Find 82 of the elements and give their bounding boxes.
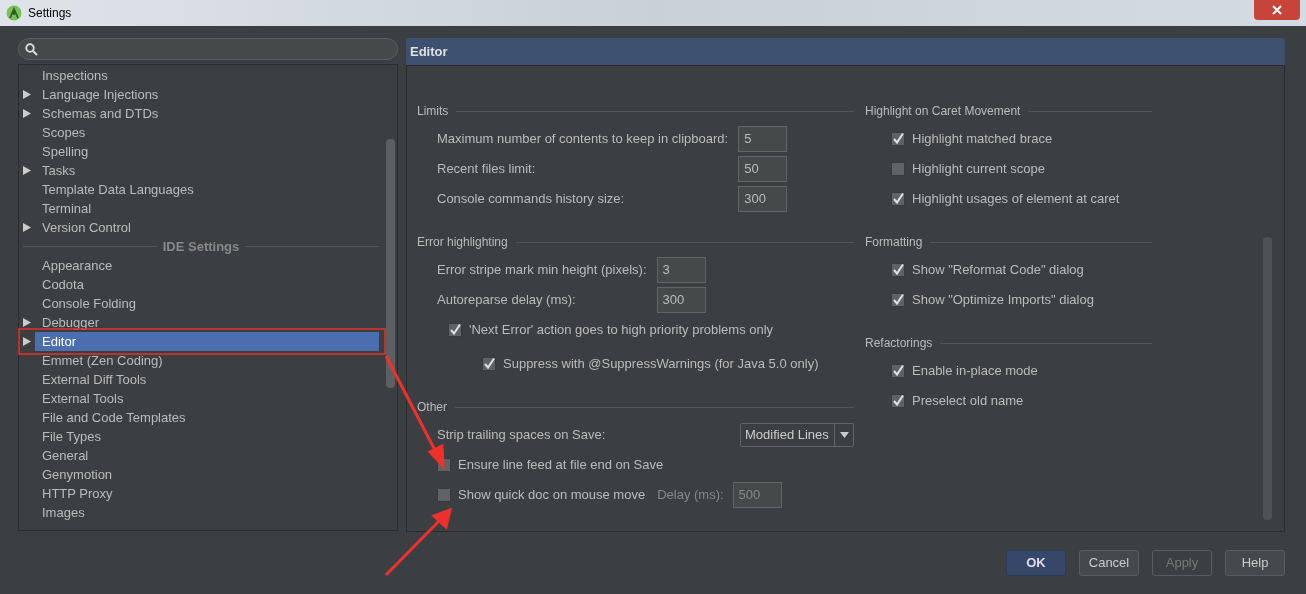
checkbox[interactable] xyxy=(891,394,905,408)
checkbox-label: Show quick doc on mouse move xyxy=(458,486,646,505)
tree-item[interactable]: Terminal xyxy=(19,199,397,218)
tree-item[interactable]: Codota xyxy=(19,275,397,294)
tree-item[interactable]: Emmet (Zen Coding) xyxy=(19,351,397,370)
tree-item[interactable]: HTTP Proxy xyxy=(19,484,397,503)
tree-item[interactable]: External Tools xyxy=(19,389,397,408)
tree-item[interactable]: Scopes xyxy=(19,123,397,142)
input-field[interactable]: 5 xyxy=(738,126,788,152)
field-label: Delay (ms): xyxy=(657,486,724,505)
checkbox[interactable] xyxy=(437,488,451,502)
tree-item[interactable]: Appearance xyxy=(19,256,397,275)
tree-group-header: IDE Settings xyxy=(161,237,241,256)
dialog-button[interactable]: Help xyxy=(1225,550,1285,576)
tree-item[interactable]: Inspections xyxy=(19,66,397,85)
tree-item[interactable]: Version Control xyxy=(19,218,397,237)
tree-item[interactable]: Debugger xyxy=(19,313,397,332)
field-label: Strip trailing spaces on Save: xyxy=(437,426,606,445)
checkbox[interactable] xyxy=(891,364,905,378)
android-icon xyxy=(6,5,22,21)
checkbox-label: Ensure line feed at file end on Save xyxy=(458,456,664,475)
dropdown[interactable]: Modified Lines xyxy=(740,423,854,447)
expand-arrow-icon xyxy=(23,337,31,346)
checkbox-label: Suppress with @SuppressWarnings (for Java 5.0 only) xyxy=(503,355,819,374)
tree-item[interactable]: Genymotion xyxy=(19,465,397,484)
tree-item[interactable]: External Diff Tools xyxy=(19,370,397,389)
caret-icon xyxy=(839,432,849,438)
section-title: Error highlighting xyxy=(417,234,509,251)
field-label: Error stripe mark min height (pixels): xyxy=(437,261,647,280)
checkbox-label: 'Next Error' action goes to high priority problems only xyxy=(469,321,774,340)
checkbox-label: Highlight usages of element at caret xyxy=(912,190,1120,209)
section-title: Highlight on Caret Movement xyxy=(865,103,1022,120)
tree-item[interactable]: Images xyxy=(19,503,397,522)
section-title: Limits xyxy=(417,103,450,120)
section-title: Formatting xyxy=(865,234,924,251)
search-field[interactable] xyxy=(18,38,398,60)
tree-item[interactable]: Schemas and DTDs xyxy=(19,104,397,123)
tree-item[interactable]: General xyxy=(19,446,397,465)
section-title: Refactorings xyxy=(865,335,934,352)
checkbox[interactable] xyxy=(448,323,462,337)
expand-arrow-icon xyxy=(23,318,31,327)
window-title: Settings xyxy=(28,5,72,22)
checkbox-label: Show "Reformat Code" dialog xyxy=(912,261,1084,280)
tree-item[interactable]: File Types xyxy=(19,427,397,446)
input-field[interactable]: 50 xyxy=(738,156,788,182)
close-icon xyxy=(1272,5,1282,15)
tree-item[interactable]: File and Code Templates xyxy=(19,408,397,427)
section-title: Other xyxy=(417,399,448,416)
tree-item[interactable]: Tasks xyxy=(19,161,397,180)
input-field[interactable]: 300 xyxy=(656,287,706,313)
checkbox[interactable] xyxy=(891,192,905,206)
checkbox-label: Highlight matched brace xyxy=(912,130,1053,149)
dialog-button[interactable]: Cancel xyxy=(1079,550,1139,576)
expand-arrow-icon xyxy=(23,166,31,175)
expand-arrow-icon xyxy=(23,223,31,232)
search-icon xyxy=(25,42,38,56)
field-label: Recent files limit: xyxy=(437,160,537,179)
annotation-arrow xyxy=(384,507,453,577)
checkbox[interactable] xyxy=(891,263,905,277)
checkbox-label: Highlight current scope xyxy=(912,160,1045,179)
field-label: Autoreparse delay (ms): xyxy=(437,291,577,310)
close-button[interactable] xyxy=(1254,0,1300,20)
checkbox[interactable] xyxy=(891,162,905,176)
scrollbar[interactable] xyxy=(386,139,395,388)
field-label: Console commands history size: xyxy=(437,190,626,209)
checkbox-label: Enable in-place mode xyxy=(912,362,1038,381)
tree-item[interactable]: Spelling xyxy=(19,142,397,161)
panel-header: Editor xyxy=(406,38,1285,65)
tree-item[interactable]: Console Folding xyxy=(19,294,397,313)
tree-item[interactable]: Template Data Languages xyxy=(19,180,397,199)
expand-arrow-icon xyxy=(23,109,31,118)
checkbox-label: Preselect old name xyxy=(912,392,1024,411)
input-field[interactable]: 300 xyxy=(738,186,788,212)
dialog-button[interactable]: OK xyxy=(1006,550,1066,576)
checkbox-label: Show "Optimize Imports" dialog xyxy=(912,291,1094,310)
expand-arrow-icon xyxy=(23,90,31,99)
field-label: Maximum number of contents to keep in clipboard: xyxy=(437,130,729,149)
checkbox[interactable] xyxy=(482,357,496,371)
checkbox[interactable] xyxy=(891,293,905,307)
tree-item[interactable]: Language Injections xyxy=(19,85,397,104)
checkbox[interactable] xyxy=(891,132,905,146)
input-field[interactable]: 3 xyxy=(656,257,706,283)
